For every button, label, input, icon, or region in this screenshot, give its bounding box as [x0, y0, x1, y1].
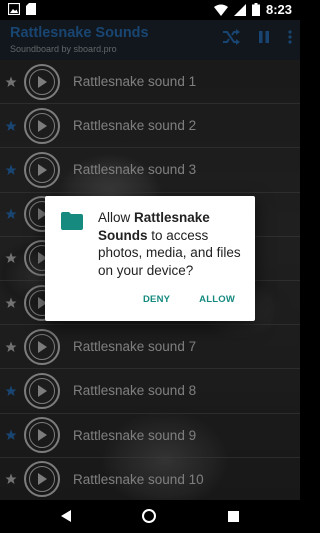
image-notification-icon — [8, 3, 20, 15]
folder-icon — [61, 212, 83, 230]
cell-signal-icon — [233, 3, 246, 16]
back-icon[interactable] — [61, 510, 71, 522]
allow-button[interactable]: ALLOW — [199, 294, 235, 305]
sd-card-icon — [26, 3, 36, 15]
dialog-message-prefix: Allow — [98, 210, 135, 225]
home-icon[interactable] — [142, 509, 156, 523]
dialog-message: Allow Rattlesnake Sounds to access photo… — [98, 209, 248, 279]
permission-dialog: Allow Rattlesnake Sounds to access photo… — [45, 196, 255, 321]
navigation-bar — [0, 500, 300, 533]
status-time: 8:23 — [265, 2, 292, 17]
deny-button[interactable]: DENY — [143, 294, 170, 305]
battery-icon — [251, 3, 260, 16]
wifi-icon — [213, 4, 228, 16]
recents-icon[interactable] — [228, 511, 239, 522]
status-bar: 8:23 — [0, 0, 300, 20]
